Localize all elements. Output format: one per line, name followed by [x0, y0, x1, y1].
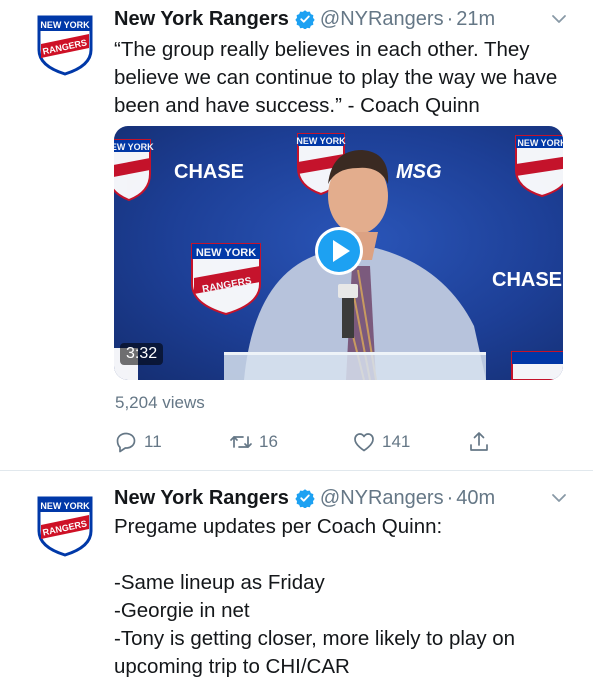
sponsor-text: CHASE [492, 269, 562, 291]
like-count: 141 [382, 432, 411, 451]
chevron-down-icon[interactable] [551, 492, 567, 504]
reply-count: 11 [144, 432, 162, 451]
video-duration: 3:32 [120, 343, 164, 365]
backdrop-logo-text: NEW YORK [114, 142, 154, 152]
tweet-actions: 11 16 141 [114, 430, 504, 456]
account-handle[interactable]: @NYRangers [320, 487, 444, 510]
share-button[interactable] [467, 430, 491, 454]
reply-button[interactable]: 11 [114, 430, 162, 454]
play-icon[interactable] [314, 226, 364, 276]
retweet-count: 16 [259, 432, 278, 451]
svg-text:NEW YORK: NEW YORK [40, 501, 90, 511]
timestamp[interactable]: 21m [456, 8, 495, 31]
backdrop-logo-text: NEW YORK [517, 138, 563, 148]
tweet[interactable]: NEW YORK RANGERS New York Rangers @NYRan… [0, 472, 593, 680]
heart-icon [354, 433, 374, 452]
chevron-down-icon[interactable] [551, 13, 567, 25]
tweet-divider [0, 470, 593, 471]
reply-icon [116, 432, 136, 453]
share-icon [470, 432, 488, 451]
tweet-text: “The group really believes in each other… [114, 38, 564, 117]
separator-dot: · [446, 486, 454, 509]
account-name[interactable]: New York Rangers [114, 487, 289, 510]
tweet-text: Pregame updates per Coach Quinn: -Same l… [114, 515, 516, 678]
account-handle[interactable]: @NYRangers [320, 8, 444, 31]
tweet-header: New York Rangers @NYRangers · 40m [114, 484, 495, 512]
svg-text:NEW YORK: NEW YORK [40, 20, 90, 30]
like-button[interactable]: 141 [352, 430, 410, 454]
tweet[interactable]: NEW YORK RANGERS New York Rangers @NYRan… [0, 0, 593, 472]
rangers-logo-avatar[interactable]: NEW YORK RANGERS [36, 495, 94, 557]
tweet-header: New York Rangers @NYRangers · 21m [114, 5, 495, 33]
sponsor-text: CHASE [174, 161, 244, 183]
backdrop-logo-text: NEW YORK [196, 247, 256, 259]
account-name[interactable]: New York Rangers [114, 8, 289, 31]
verified-badge-icon [295, 489, 315, 508]
verified-badge-icon [295, 10, 315, 29]
retweet-icon [230, 436, 252, 448]
sponsor-text: MSG [396, 161, 442, 183]
timestamp[interactable]: 40m [456, 487, 495, 510]
view-count: 5,204 views [115, 393, 205, 412]
separator-dot: · [446, 7, 454, 30]
rangers-logo-avatar[interactable]: NEW YORK RANGERS [36, 14, 94, 76]
retweet-button[interactable]: 16 [229, 430, 278, 454]
backdrop-logo-text: NEW YORK [296, 136, 346, 146]
